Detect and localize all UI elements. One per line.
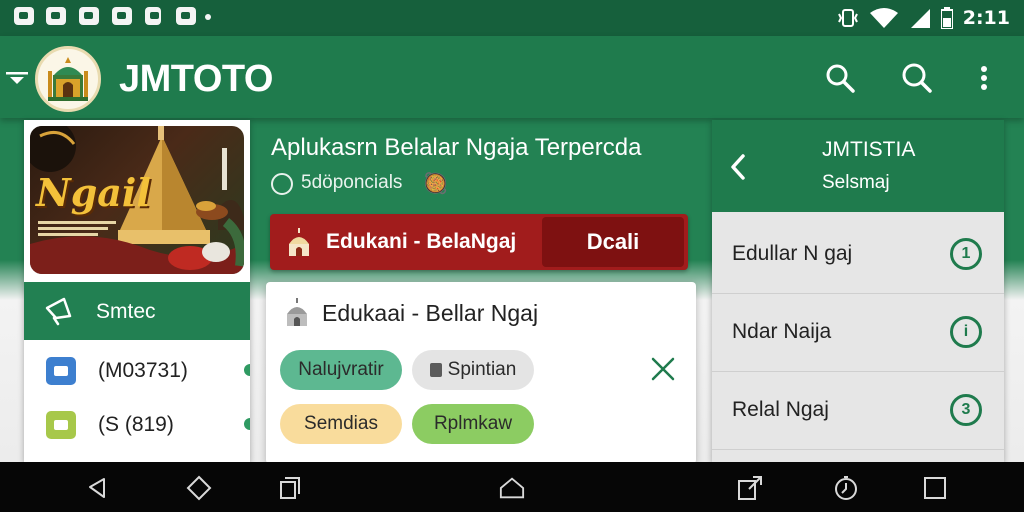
dot-icon xyxy=(205,14,211,20)
content-panel: Edukaai - Bellar Ngaj Nalujvratir Spinti… xyxy=(266,282,696,464)
list-item-label: (S (819) xyxy=(98,413,174,436)
navigation-bar xyxy=(0,462,1024,512)
count-badge: 3 xyxy=(950,394,982,426)
list-item-label: (M03731) xyxy=(98,359,188,382)
megaphone-icon xyxy=(45,297,72,326)
list-item[interactable]: (M03731) xyxy=(24,344,250,398)
right-panel: JMTISTIA Selsmaj Edullar N gaj 1 Ndar Na… xyxy=(712,120,1004,462)
section-header[interactable]: Smtec xyxy=(24,282,250,340)
notification-icon xyxy=(112,7,132,25)
home-icon[interactable] xyxy=(499,475,525,501)
expand-icon[interactable] xyxy=(737,475,763,501)
section-label: Smtec xyxy=(96,300,156,323)
panel-title: Edukaai - Bellar Ngaj xyxy=(322,300,539,326)
count-badge: 1 xyxy=(950,238,982,270)
right-panel-header: JMTISTIA Selsmaj xyxy=(712,120,1004,212)
copy-icon[interactable] xyxy=(277,475,303,501)
app-bar: JMTOTO xyxy=(0,36,1024,118)
clock-time: 2:11 xyxy=(962,7,1010,29)
highlight-label: Edukani - BelaNgaj xyxy=(326,230,517,253)
list-item[interactable]: Relal Ngaj 3 xyxy=(712,372,1004,450)
search-icon[interactable] xyxy=(820,56,860,100)
chip[interactable]: Rplmkaw xyxy=(412,404,534,444)
food-icon: 🥘 xyxy=(423,173,448,195)
page-subtitle: 5döponcials xyxy=(301,172,403,193)
mosque-icon xyxy=(287,298,307,326)
right-panel-subtitle: Selsmaj xyxy=(822,172,890,193)
close-icon[interactable] xyxy=(650,356,676,382)
wifi-icon xyxy=(869,8,898,28)
status-right: 2:11 xyxy=(837,4,1010,32)
chevron-left-icon[interactable] xyxy=(730,154,746,180)
banner-title: Ngail xyxy=(36,170,151,215)
banner-image[interactable]: Ngail xyxy=(30,126,244,274)
filter-icon[interactable] xyxy=(6,71,28,85)
signal-icon xyxy=(910,9,930,28)
chip[interactable]: Spintian xyxy=(412,350,534,390)
list-item-label: Relal Ngaj xyxy=(732,398,829,421)
search-icon[interactable] xyxy=(897,56,937,100)
list-item-label: Edullar N gaj xyxy=(732,242,853,265)
highlight-bar[interactable]: Edukani - BelaNgaj Dcali xyxy=(270,214,688,270)
more-vertical-icon[interactable] xyxy=(964,56,1004,100)
back-icon[interactable] xyxy=(84,475,110,501)
info-badge: i xyxy=(950,316,982,348)
list-item-label: Ndar Naija xyxy=(732,320,832,343)
notification-icon xyxy=(176,7,196,25)
recents-icon[interactable] xyxy=(922,475,948,501)
chip[interactable]: Semdias xyxy=(280,404,402,444)
detail-button[interactable]: Dcali xyxy=(542,217,684,267)
status-bar: 2:11 xyxy=(0,0,1024,36)
image-icon xyxy=(79,7,99,25)
vibrate-icon xyxy=(837,9,858,27)
info-icon xyxy=(271,173,293,195)
app-icon xyxy=(46,357,76,385)
mosque-icon xyxy=(289,228,309,256)
list-item[interactable]: Ndar Naija i xyxy=(712,294,1004,372)
status-dot xyxy=(244,364,250,376)
chip-label: Spintian xyxy=(447,359,517,380)
list-item[interactable]: (S (819) xyxy=(24,398,250,452)
bookmark-icon xyxy=(429,363,442,377)
diamond-icon[interactable] xyxy=(186,475,212,501)
notification-icon xyxy=(14,7,34,25)
timer-icon[interactable] xyxy=(833,475,859,501)
list-item[interactable]: Edullar N gaj 1 xyxy=(712,216,1004,294)
right-panel-title: JMTISTIA xyxy=(822,138,916,161)
battery-icon xyxy=(940,7,953,29)
page-title: Aplukasrn Belalar Ngaja Terpercda xyxy=(271,134,642,161)
app-screen: 2:11 JMTOTO Ngail Smtec (M03731) (S (819… xyxy=(0,0,1024,512)
app-icon xyxy=(46,411,76,439)
left-card: Ngail Smtec (M03731) (S (819) xyxy=(24,120,250,462)
status-dot xyxy=(244,418,250,430)
chip[interactable]: Nalujvratir xyxy=(280,350,402,390)
mosque-logo-icon[interactable] xyxy=(35,46,101,112)
notification-icon xyxy=(46,7,66,25)
sim-icon xyxy=(145,7,161,25)
app-title: JMTOTO xyxy=(119,58,273,100)
